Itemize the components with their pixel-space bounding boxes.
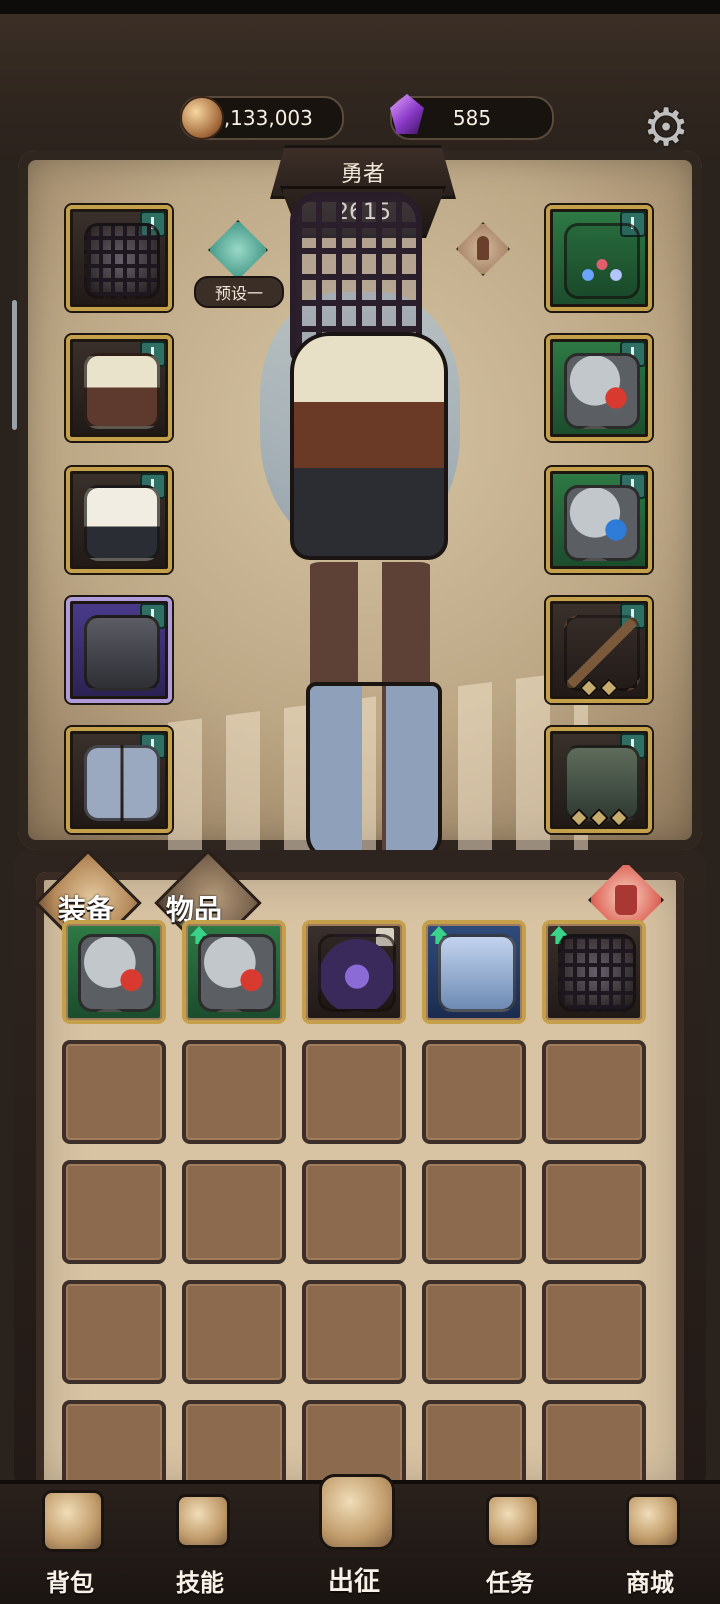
necklace-icon (564, 223, 640, 299)
inventory-empty-slot[interactable] (542, 1280, 646, 1384)
gem-amount: 585 (452, 106, 492, 130)
pip-icon (589, 808, 609, 828)
edge-indicator (12, 300, 17, 430)
nav-backpack-label: 背包 (46, 1569, 94, 1597)
ring-icon (78, 934, 156, 1012)
inventory-item-ring[interactable] (62, 920, 166, 1024)
inventory-item-cage-helmet[interactable] (542, 920, 646, 1024)
equip-slot-weapon[interactable] (546, 597, 652, 703)
equip-slot-skirt[interactable] (66, 597, 172, 703)
nav-shop-label: 商城 (626, 1569, 674, 1597)
pip-icon (579, 678, 599, 698)
inventory-empty-slot[interactable] (422, 1280, 526, 1384)
settings-gear-icon[interactable]: ⚙ (640, 98, 692, 158)
cage-helmet-icon (558, 934, 636, 1012)
equip-slot-necklace[interactable] (546, 205, 652, 311)
nav-quests-label: 任务 (486, 1569, 534, 1597)
amulet-icon (318, 934, 396, 1012)
nav-quests[interactable]: 任务 (440, 1484, 580, 1604)
banner-icon (319, 1474, 395, 1550)
equip-slot-boots[interactable] (66, 727, 172, 833)
skill-book-icon (176, 1494, 230, 1548)
inventory-empty-slot[interactable] (302, 1040, 406, 1144)
nav-shop[interactable]: 商城 (580, 1484, 720, 1604)
inventory-empty-slot[interactable] (62, 1280, 166, 1384)
inventory-empty-slot[interactable] (62, 1040, 166, 1144)
upgrade-pips (550, 678, 648, 698)
gold-coin-icon (180, 96, 224, 140)
ring-icon (564, 353, 640, 429)
ring-icon (198, 934, 276, 1012)
inventory-empty-slot[interactable] (422, 1160, 526, 1264)
skirt-icon (84, 615, 160, 691)
bottom-navigation: 背包 技能 出征 任务 商城 (0, 1474, 720, 1604)
equip-slot-ring-1[interactable] (546, 335, 652, 441)
upgrade-pips (550, 808, 648, 828)
cloak-icon (564, 745, 640, 821)
inventory-item-amulet[interactable] (302, 920, 406, 1024)
gold-amount: 5,133,003 (211, 106, 313, 130)
nav-expedition-label: 出征 (327, 1567, 380, 1597)
nav-skills-label: 技能 (176, 1569, 224, 1597)
boots-icon (84, 745, 160, 821)
inventory-item-coat[interactable] (422, 920, 526, 1024)
top-bar (0, 14, 720, 164)
shop-icon (626, 1494, 680, 1548)
hero-boots (306, 682, 442, 860)
scroll-icon (486, 1494, 540, 1548)
equip-slot-cloak[interactable] (546, 727, 652, 833)
equip-slot-ring-2[interactable] (546, 467, 652, 573)
pip-icon (609, 808, 629, 828)
inventory-item-ring[interactable] (182, 920, 286, 1024)
coat-icon (438, 934, 516, 1012)
staff-icon (564, 615, 640, 691)
gloves-icon (84, 485, 160, 561)
equip-slot-helmet[interactable] (66, 205, 172, 311)
nav-skills[interactable]: 技能 (130, 1484, 270, 1604)
inventory-empty-slot[interactable] (302, 1160, 406, 1264)
inventory-empty-slot[interactable] (542, 1040, 646, 1144)
hero-torso (290, 332, 448, 560)
pip-icon (599, 678, 619, 698)
pip-icon (569, 808, 589, 828)
inventory-empty-slot[interactable] (422, 1040, 526, 1144)
equip-slot-gloves[interactable] (66, 467, 172, 573)
backpack-icon (42, 1490, 104, 1552)
gold-counter: 5,133,003 (180, 96, 344, 140)
nav-backpack[interactable]: 背包 (0, 1484, 140, 1604)
cage-helmet-icon (84, 223, 160, 299)
inventory-empty-slot[interactable] (182, 1040, 286, 1144)
equip-slot-armor[interactable] (66, 335, 172, 441)
inventory-empty-slot[interactable] (62, 1160, 166, 1264)
inventory-empty-slot[interactable] (182, 1160, 286, 1264)
nav-expedition[interactable]: 出征 (284, 1474, 424, 1604)
hero-character (240, 182, 480, 882)
gem-counter: 585 (390, 94, 554, 140)
inventory-empty-slot[interactable] (542, 1160, 646, 1264)
status-bar (0, 0, 720, 14)
ring-icon (564, 485, 640, 561)
armor-icon (84, 353, 160, 429)
inventory-empty-slot[interactable] (182, 1280, 286, 1384)
inventory-empty-slot[interactable] (302, 1280, 406, 1384)
